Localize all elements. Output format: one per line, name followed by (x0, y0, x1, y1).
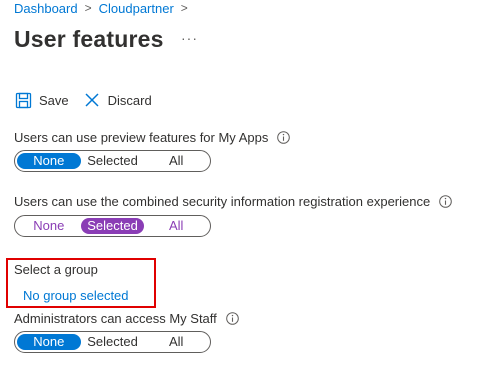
breadcrumb-item-cloudpartner[interactable]: Cloudpartner (99, 1, 174, 16)
toggle-option-all[interactable]: All (144, 334, 208, 350)
discard-label: Discard (107, 92, 152, 108)
info-icon[interactable] (277, 131, 291, 144)
breadcrumb-item-dashboard[interactable]: Dashboard (14, 1, 78, 16)
toggle-option-none[interactable]: None (17, 334, 81, 350)
command-bar: Save Discard (14, 88, 166, 112)
breadcrumb: Dashboard > Cloudpartner > (14, 0, 195, 16)
toggle-option-selected[interactable]: Selected (81, 153, 145, 169)
my-staff-label: Administrators can access My Staff (14, 311, 239, 326)
toggle-option-all[interactable]: All (144, 153, 208, 169)
my-staff-toggle: None Selected All (14, 331, 211, 353)
select-group-label: Select a group (14, 262, 98, 277)
toggle-option-selected[interactable]: Selected (80, 218, 145, 234)
toggle-option-all[interactable]: All (144, 218, 208, 234)
breadcrumb-separator: > (180, 1, 188, 15)
toggle-option-none[interactable]: None (17, 153, 81, 169)
preview-features-label: Users can use preview features for My Ap… (14, 130, 291, 145)
combined-registration-label-text: Users can use the combined security info… (14, 194, 431, 209)
save-button[interactable]: Save (14, 91, 69, 109)
breadcrumb-separator: > (84, 1, 92, 15)
preview-features-label-text: Users can use preview features for My Ap… (14, 130, 269, 145)
info-icon[interactable] (439, 195, 453, 208)
my-staff-label-text: Administrators can access My Staff (14, 311, 217, 326)
close-icon (83, 91, 101, 109)
save-label: Save (39, 92, 69, 108)
combined-registration-label: Users can use the combined security info… (14, 194, 453, 209)
page-title: User features (14, 26, 164, 52)
more-options-button[interactable]: ··· (181, 30, 198, 46)
save-icon (14, 91, 32, 109)
info-icon[interactable] (225, 312, 239, 325)
combined-registration-toggle: None Selected All (14, 215, 211, 237)
preview-features-toggle: None Selected All (14, 150, 211, 172)
toggle-option-none[interactable]: None (17, 218, 81, 234)
toggle-option-selected[interactable]: Selected (81, 334, 145, 350)
no-group-selected-link[interactable]: No group selected (23, 288, 129, 303)
discard-button[interactable]: Discard (83, 91, 152, 109)
